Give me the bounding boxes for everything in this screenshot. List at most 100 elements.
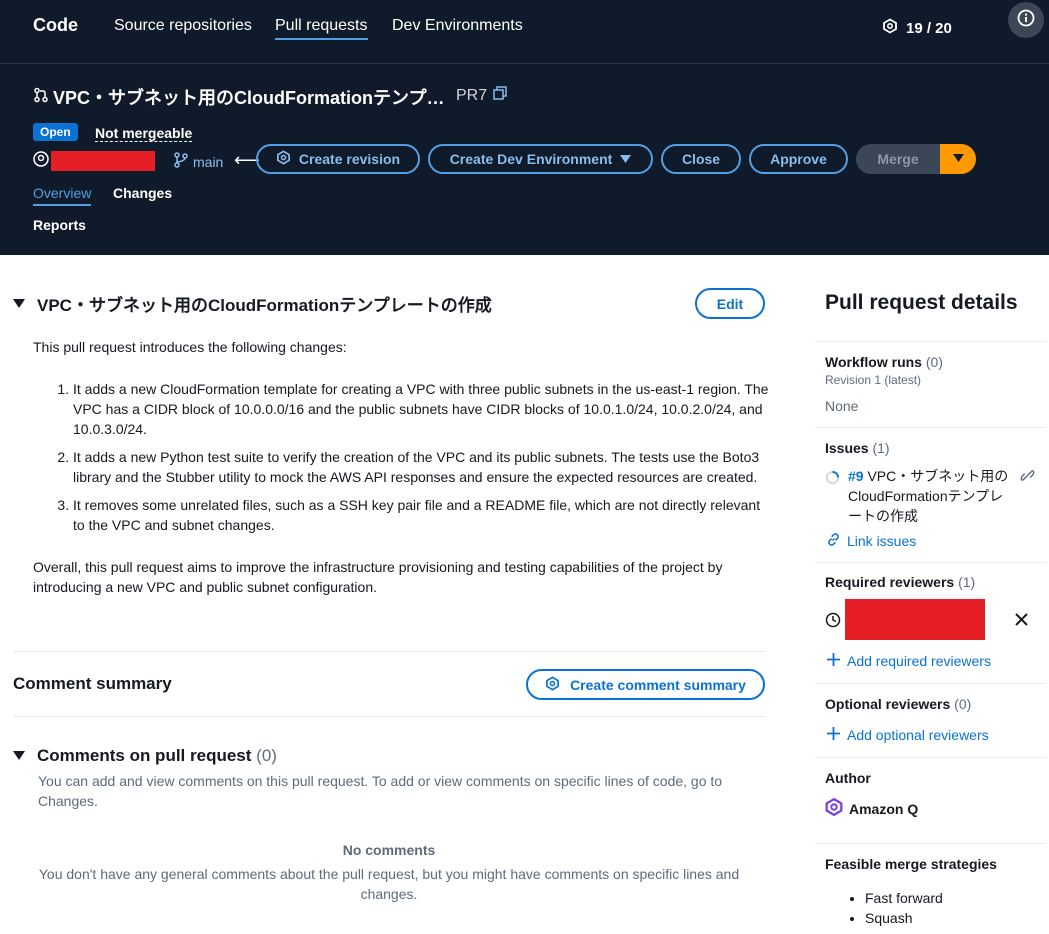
pr-title: VPC・サブネット用のCloudFormationテンプ…: [33, 84, 444, 110]
comments-description: You can add and view comments on this pu…: [38, 773, 723, 809]
link-icon: [826, 532, 841, 550]
caret-down-icon: [952, 150, 964, 168]
issue-title: VPC・サブネット用のCloudFormationテンプレートの作成: [848, 468, 1009, 524]
required-reviewers-label: Required reviewers (1): [825, 574, 976, 590]
empty-state: No comments You don't have any general c…: [13, 840, 765, 904]
pr-number: PR7: [456, 86, 507, 105]
tab-reports[interactable]: Reports: [33, 217, 86, 233]
caret-down-icon: [13, 746, 25, 766]
side-panel-title: Pull request details: [825, 291, 1018, 314]
info-button[interactable]: [1008, 2, 1044, 38]
unlink-icon[interactable]: [1020, 468, 1035, 526]
description-title: VPC・サブネット用のCloudFormationテンプレートの作成: [37, 296, 492, 315]
divider: [815, 757, 1046, 758]
empty-state-description: You don't have any general comments abou…: [38, 866, 740, 902]
author-name: Amazon Q: [849, 800, 919, 817]
tab-changes[interactable]: Changes: [113, 185, 172, 201]
redacted-author: [51, 151, 155, 171]
edit-button[interactable]: Edit: [695, 288, 765, 319]
close-label: Close: [681, 151, 721, 167]
close-button[interactable]: Close: [661, 144, 741, 174]
caret-down-icon: [13, 294, 25, 314]
link-issues-link[interactable]: Link issues: [826, 532, 916, 550]
nav-source-repositories[interactable]: Source repositories: [114, 17, 252, 35]
issue-number-link[interactable]: #9: [848, 468, 864, 484]
create-dev-env-label: Create Dev Environment: [449, 151, 613, 167]
divider: [815, 843, 1046, 844]
create-comment-summary-button[interactable]: Create comment summary: [526, 669, 765, 700]
branch-name: main: [193, 153, 224, 170]
workflow-runs-value: None: [825, 398, 859, 414]
edit-label: Edit: [716, 295, 744, 312]
create-dev-env-button[interactable]: Create Dev Environment: [428, 144, 653, 174]
comments-count: (0): [256, 746, 277, 765]
clock-icon: [825, 612, 841, 633]
comment-summary-title: Comment summary: [13, 674, 172, 693]
divider: [13, 651, 765, 652]
divider: [13, 716, 765, 717]
top-nav: Code Source repositories Pull requests D…: [0, 0, 1049, 54]
redacted-reviewer: [845, 599, 985, 640]
approve-label: Approve: [770, 151, 827, 167]
pr-number-text: PR7: [456, 86, 488, 104]
branch-link[interactable]: main: [174, 152, 223, 171]
changes-list: It adds a new CloudFormation template fo…: [73, 379, 773, 535]
brand-code[interactable]: Code: [33, 15, 78, 36]
issue-item: #9 VPC・サブネット用のCloudFormationテンプレートの作成: [825, 466, 1035, 526]
pr-title-text: VPC・サブネット用のCloudFormationテンプ…: [53, 88, 445, 108]
caret-down-icon: [620, 151, 632, 167]
in-progress-icon: [825, 470, 840, 526]
close-icon[interactable]: [1014, 612, 1029, 632]
amazon-q-icon: [545, 675, 560, 694]
create-comment-summary-label: Create comment summary: [570, 676, 746, 693]
amazon-q-icon: [276, 150, 291, 168]
create-revision-label: Create revision: [298, 151, 401, 167]
description-section-header[interactable]: VPC・サブネット用のCloudFormationテンプレートの作成: [13, 291, 492, 316]
merge-strategies-label: Feasible merge strategies: [825, 856, 997, 872]
empty-state-title: No comments: [342, 842, 436, 858]
amazon-q-icon: [825, 797, 843, 819]
list-item: It adds a new CloudFormation template fo…: [73, 379, 773, 439]
list-item: It adds a new Python test suite to verif…: [73, 447, 773, 487]
workflow-revision: Revision 1 (latest): [825, 373, 922, 387]
status-badge: Open: [33, 123, 78, 141]
add-optional-reviewers-link[interactable]: Add optional reviewers: [826, 726, 989, 744]
add-required-reviewers-link[interactable]: Add required reviewers: [826, 652, 991, 670]
workflow-runs-label: Workflow runs (0): [825, 354, 943, 370]
plus-icon: [826, 652, 841, 670]
comments-title: Comments on pull request: [37, 746, 252, 765]
user-icon: [33, 150, 49, 172]
branch-icon: [174, 152, 188, 171]
pull-request-icon: [33, 87, 49, 108]
counter-value: 19 / 20: [906, 19, 952, 37]
nav-dev-environments[interactable]: Dev Environments: [392, 17, 523, 35]
create-revision-button[interactable]: Create revision: [256, 144, 420, 174]
optional-reviewers-label: Optional reviewers (0): [825, 696, 972, 712]
author-value: Amazon Q: [825, 797, 919, 819]
issues-label: Issues (1): [825, 440, 890, 456]
list-item: Squash: [865, 908, 943, 928]
list-item: Fast forward: [865, 888, 943, 908]
divider: [815, 683, 1046, 684]
divider: [815, 562, 1046, 563]
pr-author: [33, 150, 155, 172]
pr-description: This pull request introduces the followi…: [33, 337, 773, 597]
usage-counter[interactable]: 19 / 20: [882, 18, 952, 38]
author-label: Author: [825, 770, 871, 786]
nav-pull-requests[interactable]: Pull requests: [275, 17, 368, 40]
description-intro: This pull request introduces the followi…: [33, 339, 347, 355]
description-summary: Overall, this pull request aims to impro…: [33, 559, 723, 595]
comments-section-header[interactable]: Comments on pull request (0): [13, 746, 277, 766]
divider: [815, 341, 1046, 342]
merge-dropdown-button[interactable]: [940, 144, 976, 174]
tab-overview[interactable]: Overview: [33, 185, 92, 206]
copy-icon[interactable]: [493, 86, 507, 105]
mergeable-status[interactable]: Not mergeable: [95, 125, 193, 142]
plus-icon: [826, 726, 841, 744]
merge-button[interactable]: Merge: [856, 144, 940, 174]
list-item: It removes some unrelated files, such as…: [73, 495, 773, 535]
info-icon: [1017, 9, 1035, 32]
hexagon-icon: [882, 18, 898, 38]
approve-button[interactable]: Approve: [749, 144, 848, 174]
header: Code Source repositories Pull requests D…: [0, 0, 1049, 255]
